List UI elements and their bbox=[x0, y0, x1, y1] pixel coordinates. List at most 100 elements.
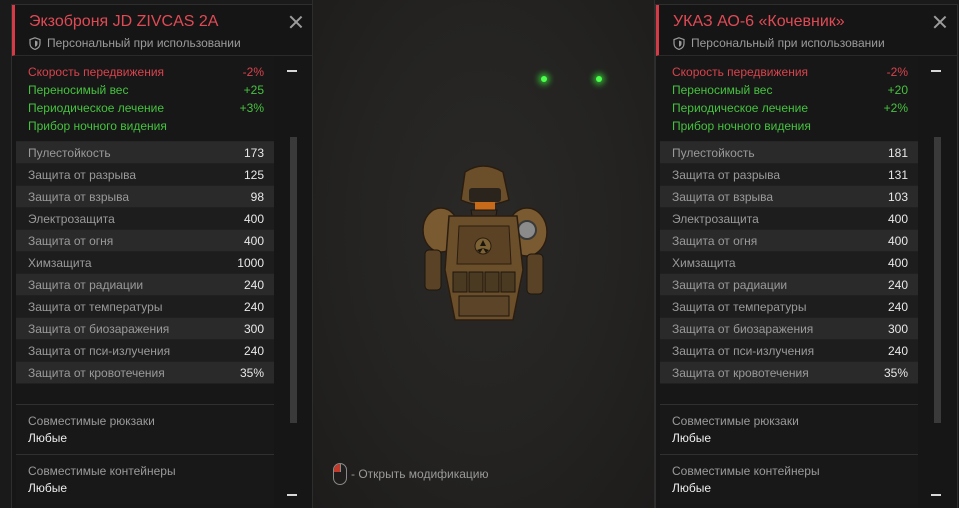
stat-value: 240 bbox=[887, 300, 908, 314]
stat-row: Защита от разрыва 131 bbox=[660, 164, 918, 186]
stats-table: Пулестойкость 173 Защита от разрыва 125 За… bbox=[16, 141, 274, 384]
scroll-top-tick bbox=[287, 70, 297, 72]
effect-value: +25 bbox=[243, 83, 264, 97]
binding-label: Персональный при использовании bbox=[47, 36, 241, 50]
stat-label: Защита от разрыва bbox=[672, 168, 781, 182]
effect-label: Переносимый вес bbox=[28, 83, 129, 97]
hint-text: - Открыть модификацию bbox=[351, 467, 489, 481]
effect-label: Прибор ночного видения bbox=[28, 119, 167, 133]
stat-label: Химзащита bbox=[28, 256, 92, 270]
item-panel-right: УКАЗ АО-6 «Кочевник» Персональный при ис… bbox=[655, 4, 958, 508]
compat-value: Любые bbox=[28, 431, 68, 445]
compat-value: Любые bbox=[28, 481, 68, 495]
stat-value: 400 bbox=[887, 234, 908, 248]
stat-row: Защита от пси-излучения 240 bbox=[660, 340, 918, 362]
item-title: Экзоброня JD ZIVCAS 2A bbox=[29, 13, 219, 30]
effect-value: +2% bbox=[883, 101, 908, 115]
effects-list: Скорость передвижения -2% Переносимый вес… bbox=[660, 57, 918, 141]
stat-value: 400 bbox=[243, 212, 264, 226]
stat-value: 131 bbox=[887, 168, 908, 182]
effect-label: Переносимый вес bbox=[672, 83, 773, 97]
effect-label: Периодическое лечение bbox=[672, 101, 808, 115]
armor-preview-icon[interactable] bbox=[413, 160, 553, 340]
stat-row: Защита от температуры 240 bbox=[660, 296, 918, 318]
item-header: УКАЗ АО-6 «Кочевник» Персональный при ис… bbox=[656, 5, 957, 56]
item-title: УКАЗ АО-6 «Кочевник» bbox=[673, 13, 845, 30]
stat-row: Электрозащита 400 bbox=[660, 208, 918, 230]
stat-value: 1000 bbox=[237, 256, 264, 270]
stat-row: Защита от температуры 240 bbox=[16, 296, 274, 318]
effect-label: Периодическое лечение bbox=[28, 101, 164, 115]
stat-row: Защита от радиации 240 bbox=[660, 274, 918, 296]
stat-label: Защита от биозаражения bbox=[672, 322, 814, 336]
stat-value: 98 bbox=[250, 190, 264, 204]
compat-backpacks: Совместимые рюкзаки Любые bbox=[16, 404, 274, 454]
stat-row: Защита от огня 400 bbox=[16, 230, 274, 252]
stat-value: 35% bbox=[239, 366, 264, 380]
compat-value: Любые bbox=[672, 431, 712, 445]
compat-label: Совместимые контейнеры bbox=[672, 464, 820, 478]
item-subtitle: Персональный при использовании bbox=[29, 36, 241, 50]
stat-label: Электрозащита bbox=[28, 212, 115, 226]
close-icon[interactable] bbox=[933, 15, 947, 29]
stat-value: 400 bbox=[887, 212, 908, 226]
indicator-light bbox=[596, 76, 602, 82]
stat-row: Пулестойкость 181 bbox=[660, 142, 918, 164]
item-panel-left: Экзоброня JD ZIVCAS 2A Персональный при … bbox=[11, 4, 314, 508]
effect-value: +3% bbox=[239, 101, 264, 115]
compat-value: Любые bbox=[672, 481, 712, 495]
effect-row: Прибор ночного видения bbox=[660, 117, 918, 135]
compat-label: Совместимые рюкзаки bbox=[28, 414, 155, 428]
stat-row: Химзащита 400 bbox=[660, 252, 918, 274]
indicator-light bbox=[541, 76, 547, 82]
stat-value: 35% bbox=[883, 366, 908, 380]
stat-label: Защита от взрыва bbox=[672, 190, 774, 204]
stat-value: 400 bbox=[243, 234, 264, 248]
stat-value: 103 bbox=[887, 190, 908, 204]
stat-value: 400 bbox=[887, 256, 908, 270]
stat-row: Защита от пси-излучения 240 bbox=[16, 340, 274, 362]
modification-hint: - Открыть модификацию bbox=[333, 463, 489, 485]
effect-value: +20 bbox=[887, 83, 908, 97]
stat-label: Защита от огня bbox=[28, 234, 114, 248]
stat-row: Химзащита 1000 bbox=[16, 252, 274, 274]
effect-row: Переносимый вес +25 bbox=[16, 81, 274, 99]
item-stats-body: Скорость передвижения -2% Переносимый вес… bbox=[16, 57, 274, 508]
mouse-icon bbox=[333, 463, 347, 485]
close-icon[interactable] bbox=[289, 15, 303, 29]
item-preview: - Открыть модификацию bbox=[312, 0, 655, 508]
scroll-bottom-tick bbox=[931, 494, 941, 496]
stat-label: Защита от кровотечения bbox=[28, 366, 165, 380]
stat-row: Защита от радиации 240 bbox=[16, 274, 274, 296]
scroll-thumb[interactable] bbox=[290, 137, 297, 423]
effect-value: -2% bbox=[242, 65, 264, 79]
stat-row: Защита от кровотечения 35% bbox=[16, 362, 274, 384]
stat-value: 125 bbox=[243, 168, 264, 182]
scrollbar[interactable] bbox=[286, 57, 300, 508]
binding-label: Персональный при использовании bbox=[691, 36, 885, 50]
effects-list: Скорость передвижения -2% Переносимый вес… bbox=[16, 57, 274, 141]
stat-value: 300 bbox=[887, 322, 908, 336]
item-header: Экзоброня JD ZIVCAS 2A Персональный при … bbox=[12, 5, 313, 56]
scrollbar[interactable] bbox=[930, 57, 944, 508]
compat-containers: Совместимые контейнеры Любые bbox=[660, 454, 918, 504]
effect-label: Скорость передвижения bbox=[672, 65, 809, 79]
shield-icon bbox=[29, 36, 41, 50]
effect-row: Прибор ночного видения bbox=[16, 117, 274, 135]
scroll-thumb[interactable] bbox=[934, 137, 941, 423]
stat-label: Защита от огня bbox=[672, 234, 758, 248]
stat-row: Электрозащита 400 bbox=[16, 208, 274, 230]
stats-table: Пулестойкость 181 Защита от разрыва 131 За… bbox=[660, 141, 918, 384]
effect-row: Периодическое лечение +3% bbox=[16, 99, 274, 117]
scroll-bottom-tick bbox=[287, 494, 297, 496]
stat-row: Защита от огня 400 bbox=[660, 230, 918, 252]
stat-row: Защита от разрыва 125 bbox=[16, 164, 274, 186]
stat-row: Защита от взрыва 103 bbox=[660, 186, 918, 208]
stat-label: Пулестойкость bbox=[28, 146, 111, 160]
stat-label: Защита от кровотечения bbox=[672, 366, 809, 380]
stat-row: Защита от биозаражения 300 bbox=[16, 318, 274, 340]
stat-value: 240 bbox=[887, 344, 908, 358]
stat-value: 240 bbox=[243, 278, 264, 292]
stat-value: 173 bbox=[243, 146, 264, 160]
compat-backpacks: Совместимые рюкзаки Любые bbox=[660, 404, 918, 454]
